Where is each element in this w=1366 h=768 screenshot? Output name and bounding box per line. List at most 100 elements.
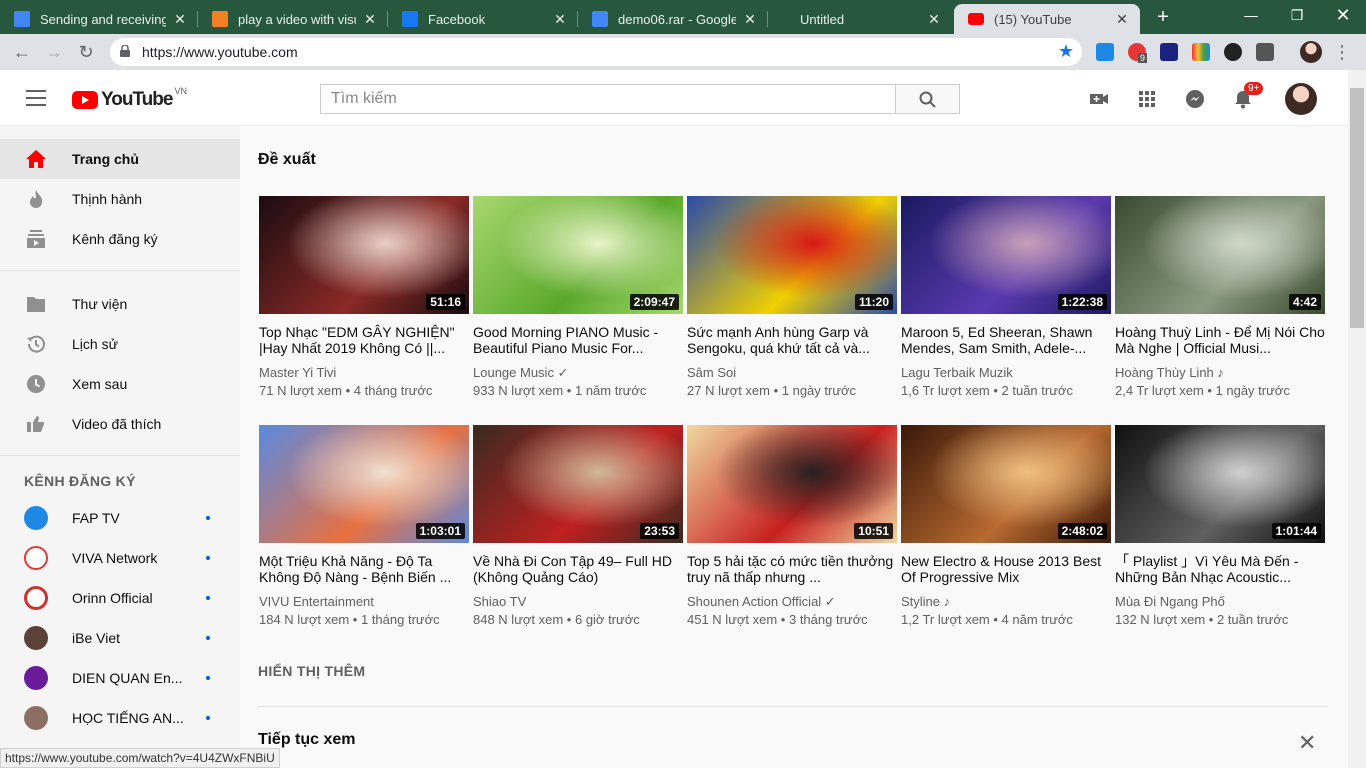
extension-icon[interactable] bbox=[1256, 43, 1274, 61]
close-tab-icon[interactable]: ✕ bbox=[172, 11, 188, 28]
video-title[interactable]: Top Nhạc "EDM GÂY NGHIỆN" |Hay Nhất 2019… bbox=[259, 324, 469, 356]
video-card[interactable]: 1:22:38 Maroon 5, Ed Sheeran, Shawn Mende… bbox=[901, 196, 1111, 398]
sidebar-item-trending[interactable]: Thịnh hành bbox=[0, 179, 240, 219]
close-tab-icon[interactable]: ✕ bbox=[1114, 11, 1130, 28]
video-thumbnail[interactable]: 1:01:44 bbox=[1115, 425, 1325, 543]
page-scrollbar[interactable] bbox=[1348, 70, 1366, 768]
sidebar-subscription-dien-quan[interactable]: DIEN QUAN En... bbox=[0, 658, 240, 698]
sidebar-item-label: Lịch sử bbox=[72, 336, 118, 352]
video-card[interactable]: 10:51 Top 5 hải tặc có mức tiền thưởng tr… bbox=[687, 425, 897, 627]
video-channel[interactable]: Master Yi Tivi bbox=[259, 365, 469, 383]
video-channel[interactable]: Lagu Terbaik Muzik bbox=[901, 365, 1111, 383]
video-title[interactable]: Sức mạnh Anh hùng Garp và Sengoku, quá k… bbox=[687, 324, 897, 356]
video-card[interactable]: 4:42 Hoàng Thuỳ Linh - Để Mị Nói Cho Mà N… bbox=[1115, 196, 1325, 398]
browser-tab[interactable]: Facebook ✕ bbox=[388, 4, 578, 34]
extension-icon[interactable] bbox=[1096, 43, 1114, 61]
sidebar-subscription-ibe-viet[interactable]: iBe Viet bbox=[0, 618, 240, 658]
address-bar[interactable]: https://www.youtube.com ★ bbox=[110, 38, 1082, 66]
close-tab-icon[interactable]: ✕ bbox=[926, 11, 942, 28]
tab-label: (15) YouTube bbox=[994, 11, 1072, 27]
extension-icon[interactable] bbox=[1224, 43, 1242, 61]
sidebar-subscription-fap-tv[interactable]: FAP TV bbox=[0, 498, 240, 538]
forward-button[interactable]: → bbox=[42, 40, 66, 64]
video-title[interactable]: 「 Playlist 」Vì Yêu Mà Đến - Những Bản Nh… bbox=[1115, 553, 1325, 585]
video-title[interactable]: Maroon 5, Ed Sheeran, Shawn Mendes, Sam … bbox=[901, 324, 1111, 356]
close-tab-icon[interactable]: ✕ bbox=[742, 11, 758, 28]
video-channel[interactable]: Lounge Music ✓ bbox=[473, 365, 683, 383]
browser-tab[interactable]: demo06.rar - Google D ✕ bbox=[578, 4, 768, 34]
video-channel[interactable]: Styline ♪ bbox=[901, 594, 1111, 612]
close-section-icon[interactable]: ✕ bbox=[1298, 730, 1316, 756]
sidebar-subscription-orinn-official[interactable]: Orinn Official bbox=[0, 578, 240, 618]
video-card[interactable]: 51:16 Top Nhạc "EDM GÂY NGHIỆN" |Hay Nhất… bbox=[259, 196, 469, 398]
browser-toolbar: ← → ↻ https://www.youtube.com ★ 9 ⋮ bbox=[0, 34, 1366, 70]
video-channel[interactable]: VIVU Entertainment bbox=[259, 594, 469, 612]
video-title[interactable]: Về Nhà Đi Con Tập 49– Full HD (Không Quả… bbox=[473, 553, 683, 585]
account-avatar[interactable] bbox=[1285, 83, 1317, 115]
close-tab-icon[interactable]: ✕ bbox=[552, 11, 568, 28]
sidebar-item-history[interactable]: Lịch sử bbox=[0, 324, 240, 364]
video-channel[interactable]: Shounen Action Official ✓ bbox=[687, 594, 897, 612]
video-card[interactable]: 1:01:44 「 Playlist 」Vì Yêu Mà Đến - Những… bbox=[1115, 425, 1325, 627]
video-card[interactable]: 2:48:02 New Electro & House 2013 Best Of … bbox=[901, 425, 1111, 627]
video-card[interactable]: 2:09:47 Good Morning PIANO Music - Beauti… bbox=[473, 196, 683, 398]
sidebar-subscription-hoc-tieng-anh[interactable]: HỌC TIẾNG AN... bbox=[0, 698, 240, 738]
video-title[interactable]: Hoàng Thuỳ Linh - Để Mị Nói Cho Mà Nghe … bbox=[1115, 324, 1325, 356]
video-thumbnail[interactable]: 10:51 bbox=[687, 425, 897, 543]
browser-tab-active[interactable]: (15) YouTube ✕ bbox=[954, 4, 1140, 34]
browser-tab[interactable]: Untitled ✕ bbox=[768, 4, 952, 34]
search-input[interactable] bbox=[321, 85, 896, 113]
extension-icon[interactable] bbox=[1160, 43, 1178, 61]
hamburger-menu-icon[interactable] bbox=[26, 90, 46, 106]
video-thumbnail[interactable]: 2:09:47 bbox=[473, 196, 683, 314]
video-channel[interactable]: Sâm Soi bbox=[687, 365, 897, 383]
video-title[interactable]: Good Morning PIANO Music - Beautiful Pia… bbox=[473, 324, 683, 356]
create-video-icon[interactable] bbox=[1088, 88, 1110, 110]
youtube-logo[interactable]: YouTube VN bbox=[72, 86, 187, 111]
video-thumbnail[interactable]: 4:42 bbox=[1115, 196, 1325, 314]
video-channel[interactable]: Shiao TV bbox=[473, 594, 683, 612]
video-card[interactable]: 1:03:01 Một Triệu Khả Năng - Độ Ta Không … bbox=[259, 425, 469, 627]
video-card[interactable]: 23:53 Về Nhà Đi Con Tập 49– Full HD (Khôn… bbox=[473, 425, 683, 627]
minimize-button[interactable]: — bbox=[1228, 0, 1274, 30]
apps-grid-icon[interactable] bbox=[1136, 88, 1158, 110]
profile-avatar[interactable] bbox=[1300, 41, 1322, 63]
browser-tab[interactable]: play a video with visual ✕ bbox=[198, 4, 388, 34]
video-title[interactable]: Top 5 hải tặc có mức tiền thưởng truy nã… bbox=[687, 553, 897, 585]
extension-icon[interactable] bbox=[1192, 43, 1210, 61]
video-thumbnail[interactable]: 11:20 bbox=[687, 196, 897, 314]
section-title-recommended: Đề xuất bbox=[258, 151, 316, 168]
video-thumbnail[interactable]: 51:16 bbox=[259, 196, 469, 314]
sidebar-item-watch-later[interactable]: Xem sau bbox=[0, 364, 240, 404]
sidebar-item-subscriptions[interactable]: Kênh đăng ký bbox=[0, 219, 240, 259]
browser-tab[interactable]: Sending and receiving a ✕ bbox=[0, 4, 198, 34]
video-channel[interactable]: Mùa Đi Ngang Phố bbox=[1115, 594, 1325, 612]
video-channel[interactable]: Hoàng Thùy Linh ♪ bbox=[1115, 365, 1325, 383]
browser-menu-icon[interactable]: ⋮ bbox=[1330, 40, 1354, 64]
new-tab-button[interactable]: + bbox=[1150, 5, 1176, 29]
bookmark-star-icon[interactable]: ★ bbox=[1058, 41, 1074, 62]
show-more-button[interactable]: HIỂN THỊ THÊM bbox=[258, 663, 365, 679]
back-button[interactable]: ← bbox=[10, 40, 34, 64]
scrollbar-thumb[interactable] bbox=[1350, 88, 1364, 328]
sidebar-item-liked-videos[interactable]: Video đã thích bbox=[0, 404, 240, 444]
video-thumbnail[interactable]: 2:48:02 bbox=[901, 425, 1111, 543]
messages-icon[interactable] bbox=[1184, 88, 1206, 110]
video-thumbnail[interactable]: 1:03:01 bbox=[259, 425, 469, 543]
sidebar-item-library[interactable]: Thư viện bbox=[0, 284, 240, 324]
logo-text: YouTube bbox=[101, 89, 173, 110]
video-title[interactable]: Một Triệu Khả Năng - Độ Ta Không Độ Nàng… bbox=[259, 553, 469, 585]
video-title[interactable]: New Electro & House 2013 Best Of Progres… bbox=[901, 553, 1111, 585]
close-window-button[interactable]: ✕ bbox=[1320, 0, 1366, 30]
extension-icon[interactable]: 9 bbox=[1128, 43, 1148, 63]
sidebar-subscription-viva-network[interactable]: VIVA Network bbox=[0, 538, 240, 578]
video-thumbnail[interactable]: 1:22:38 bbox=[901, 196, 1111, 314]
sidebar-item-home[interactable]: Trang chủ bbox=[0, 139, 240, 179]
restore-button[interactable]: ❐ bbox=[1274, 0, 1320, 30]
close-tab-icon[interactable]: ✕ bbox=[362, 11, 378, 28]
video-card[interactable]: 11:20 Sức mạnh Anh hùng Garp và Sengoku, … bbox=[687, 196, 897, 398]
search-button[interactable] bbox=[895, 84, 960, 114]
reload-button[interactable]: ↻ bbox=[74, 40, 98, 64]
search-box bbox=[320, 84, 896, 114]
video-thumbnail[interactable]: 23:53 bbox=[473, 425, 683, 543]
